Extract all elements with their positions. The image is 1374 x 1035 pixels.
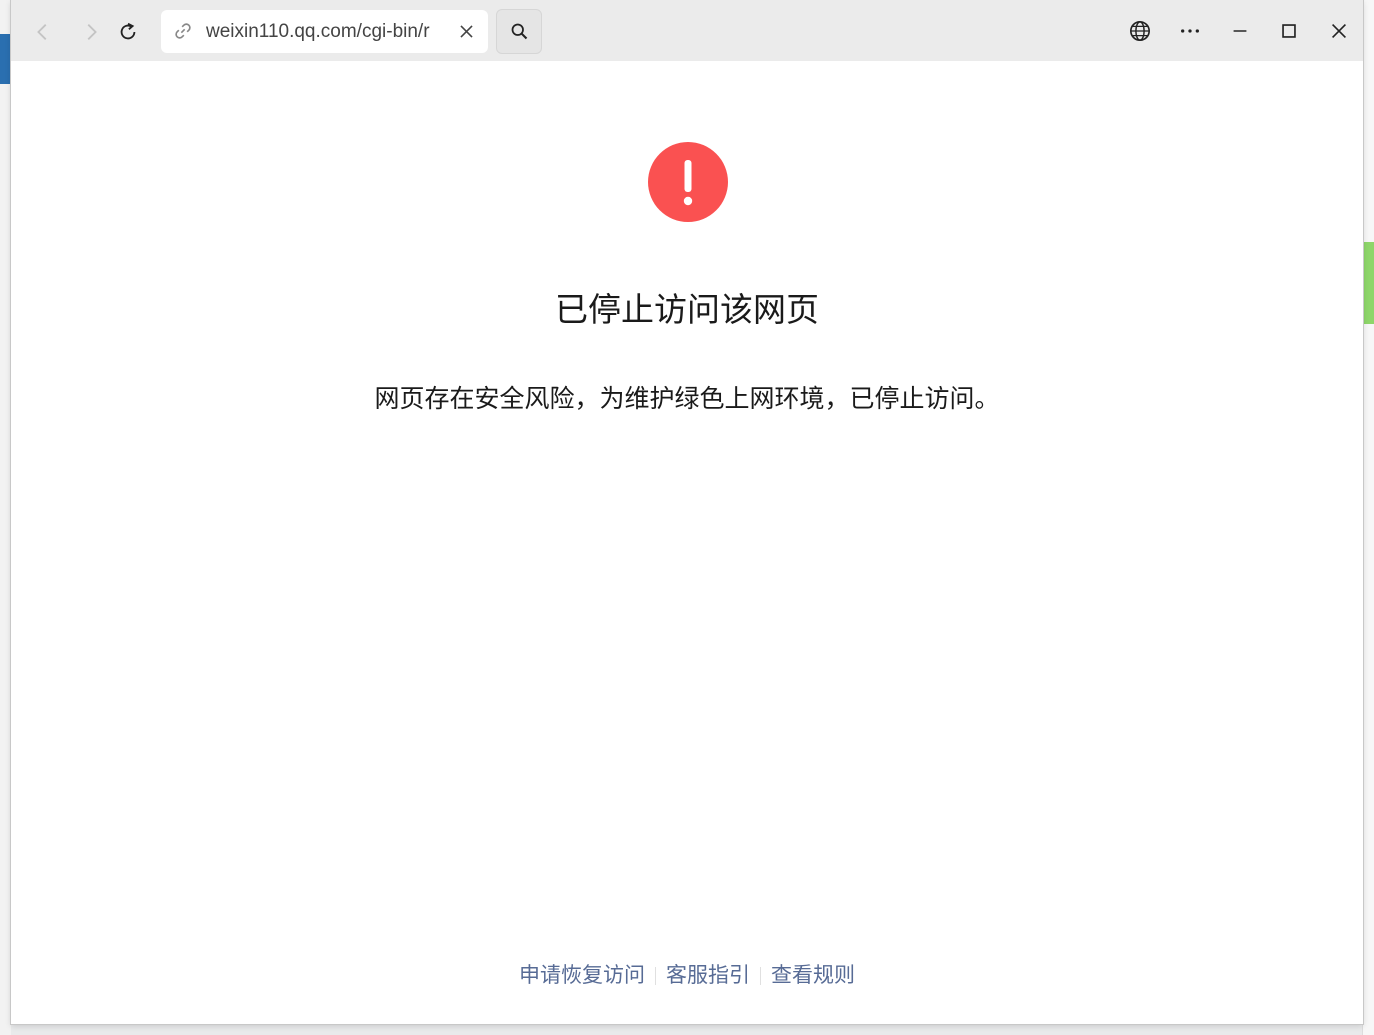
chevron-right-icon — [87, 24, 97, 40]
minimize-icon — [1233, 30, 1247, 32]
reload-icon — [120, 22, 136, 40]
warning-icon — [648, 142, 728, 222]
globe-icon — [1130, 21, 1150, 41]
clear-address-icon[interactable] — [457, 22, 476, 41]
chevron-left-icon — [37, 24, 47, 40]
background-window-right — [1362, 0, 1374, 1035]
rules-link[interactable]: 查看规则 — [771, 963, 855, 987]
search-icon — [511, 23, 527, 40]
page-title: 已停止访问该网页 — [555, 290, 819, 329]
appeal-link[interactable]: 申请恢复访问 — [519, 963, 645, 987]
page-content: 已停止访问该网页 网页存在安全风险，为维护绿色上网环境，已停止访问。 申请恢复访… — [11, 61, 1363, 1024]
back-button[interactable] — [25, 14, 61, 50]
search-button[interactable] — [496, 9, 542, 54]
footer-links: 申请恢复访问 客服指引 查看规则 — [11, 959, 1363, 989]
browser-toolbar: weixin110.qq.com/cgi-bin/r — [11, 0, 1363, 61]
close-icon — [1331, 23, 1347, 39]
browser-window: weixin110.qq.com/cgi-bin/r 已停止访问该网页 网页存在… — [11, 0, 1363, 1024]
more-button[interactable] — [1170, 12, 1210, 50]
reload-button[interactable] — [110, 14, 146, 50]
forward-button[interactable] — [73, 14, 109, 50]
address-bar[interactable]: weixin110.qq.com/cgi-bin/r — [161, 10, 488, 53]
background-app-icon — [0, 34, 11, 84]
address-url[interactable]: weixin110.qq.com/cgi-bin/r — [206, 10, 442, 53]
background-window-left — [0, 0, 11, 1035]
link-icon — [175, 23, 191, 39]
maximize-icon — [1282, 24, 1296, 38]
maximize-button[interactable] — [1269, 12, 1309, 50]
translate-button[interactable] — [1120, 12, 1160, 50]
divider — [760, 967, 761, 985]
customer-service-link[interactable]: 客服指引 — [666, 963, 750, 987]
exclamation-icon — [683, 160, 693, 206]
background-green-button — [1364, 242, 1374, 324]
more-icon — [1181, 29, 1199, 33]
close-window-button[interactable] — [1319, 12, 1359, 50]
divider — [655, 967, 656, 985]
minimize-button[interactable] — [1220, 12, 1260, 50]
page-description: 网页存在安全风险，为维护绿色上网环境，已停止访问。 — [374, 384, 1000, 413]
